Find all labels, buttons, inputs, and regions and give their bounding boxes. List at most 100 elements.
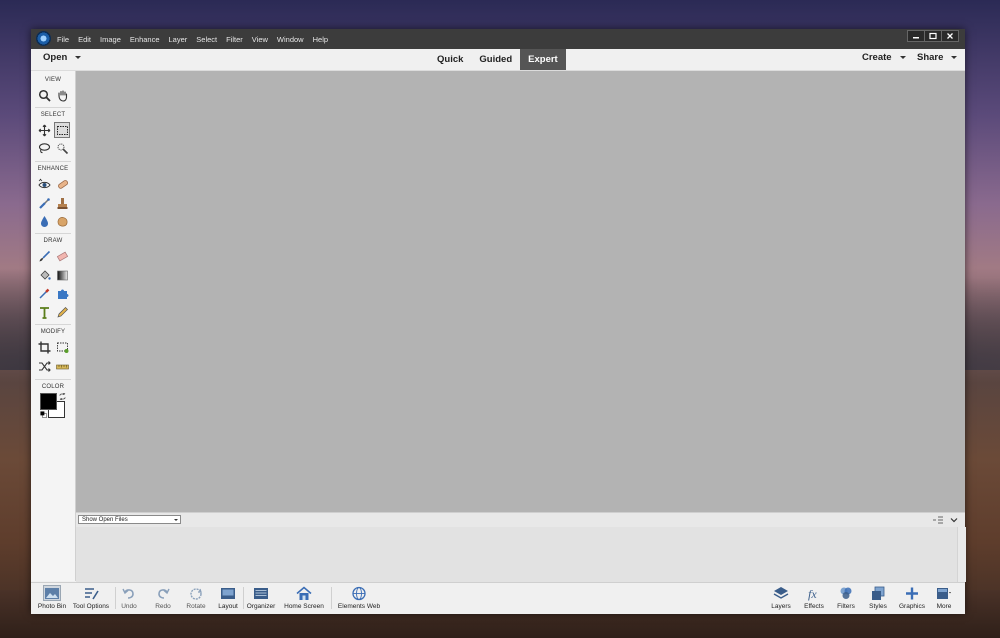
maximize-button[interactable] (924, 30, 942, 42)
tool-options-button[interactable]: Tool Options (71, 585, 111, 610)
app-logo-icon[interactable] (36, 31, 51, 46)
lasso-icon (38, 142, 50, 153)
smart-brush-tool[interactable] (36, 195, 52, 211)
bandage-icon (57, 179, 68, 189)
layout-label: Layout (218, 603, 238, 610)
paint-bucket-icon (39, 269, 51, 280)
filters-label: Filters (837, 603, 855, 610)
menu-edit[interactable]: Edit (78, 35, 91, 44)
stamp-icon (57, 197, 67, 209)
rectangular-marquee-tool[interactable] (54, 122, 70, 138)
paint-bucket-tool[interactable] (36, 267, 52, 283)
elements-web-button[interactable]: Elements Web (337, 585, 381, 610)
pencil-tool[interactable] (54, 304, 70, 320)
divider (35, 161, 71, 162)
filters-button[interactable]: Filters (835, 585, 857, 610)
type-tool[interactable] (36, 304, 52, 320)
tool-options-label: Tool Options (72, 603, 110, 610)
photo-bin-area[interactable] (76, 527, 965, 582)
swap-colors-icon[interactable] (59, 393, 66, 400)
divider (35, 379, 71, 380)
menu-image[interactable]: Image (100, 35, 121, 44)
graphics-button[interactable]: Graphics (898, 585, 926, 610)
recompose-tool[interactable] (54, 339, 70, 355)
brush-tool[interactable] (36, 248, 52, 264)
menu-window[interactable]: Window (277, 35, 304, 44)
close-button[interactable] (941, 30, 959, 42)
shuffle-icon (38, 360, 51, 372)
clone-stamp-tool[interactable] (54, 195, 70, 211)
spot-healing-brush-tool[interactable] (54, 176, 70, 192)
photo-bin-icon (45, 587, 59, 599)
crop-tool[interactable] (36, 339, 52, 355)
chevron-down-icon[interactable] (950, 516, 958, 524)
menu-help[interactable]: Help (313, 35, 328, 44)
red-eye-tool[interactable] (36, 176, 52, 192)
tab-guided[interactable]: Guided (471, 49, 520, 70)
blur-tool[interactable] (36, 213, 52, 229)
dropdown-value: Show Open Files (82, 517, 128, 523)
straighten-tool[interactable] (54, 358, 70, 374)
share-button[interactable]: Share (917, 52, 958, 63)
redo-button[interactable]: Redo (151, 585, 175, 610)
styles-label: Styles (869, 603, 887, 610)
move-tool[interactable] (36, 122, 52, 138)
eraser-tool[interactable] (54, 248, 70, 264)
bin-menu-icon[interactable] (933, 516, 943, 524)
chevron-down-icon (899, 55, 906, 59)
section-label-enhance: ENHANCE (37, 166, 69, 172)
content-aware-move-tool[interactable] (36, 358, 52, 374)
minimize-icon (913, 37, 919, 39)
minimize-button[interactable] (907, 30, 925, 42)
custom-shape-tool[interactable] (54, 285, 70, 301)
photo-bin-button[interactable]: Photo Bin (36, 585, 68, 610)
menu-select[interactable]: Select (196, 35, 217, 44)
redo-label: Redo (155, 603, 171, 610)
canvas-area[interactable] (76, 71, 965, 512)
menu-file[interactable]: File (57, 35, 69, 44)
toolbox: VIEW SELECT ENHANCE DRAW MODIFY COLOR (31, 71, 76, 581)
brush-icon (39, 250, 50, 261)
sponge-tool[interactable] (54, 213, 70, 229)
undo-button[interactable]: Undo (117, 585, 141, 610)
drop-icon (40, 215, 48, 227)
layout-button[interactable]: Layout (216, 585, 240, 610)
quick-selection-icon (57, 143, 68, 154)
chevron-down-icon (75, 55, 82, 59)
layers-button[interactable]: Layers (769, 585, 793, 610)
maximize-icon (929, 32, 937, 40)
hand-tool[interactable] (54, 87, 70, 103)
tab-quick[interactable]: Quick (429, 49, 471, 70)
show-open-files-dropdown[interactable]: Show Open Files (78, 515, 181, 524)
tab-expert[interactable]: Expert (520, 49, 566, 70)
menu-layer[interactable]: Layer (169, 35, 188, 44)
move-icon (38, 124, 50, 136)
eyedropper-tool[interactable] (36, 285, 52, 301)
quick-selection-tool[interactable] (54, 140, 70, 156)
open-label: Open (43, 52, 68, 63)
organizer-button[interactable]: Organizer (246, 585, 276, 610)
default-colors-icon[interactable] (40, 411, 47, 418)
mode-tabs: Quick Guided Expert (429, 49, 566, 70)
create-button[interactable]: Create (862, 52, 906, 63)
zoom-tool[interactable] (36, 87, 52, 103)
effects-button[interactable]: fx Effects (801, 585, 827, 611)
globe-icon (352, 586, 366, 600)
gradient-tool[interactable] (54, 267, 70, 283)
home-screen-button[interactable]: Home Screen (283, 585, 325, 610)
lasso-tool[interactable] (36, 140, 52, 156)
styles-button[interactable]: Styles (867, 585, 889, 610)
more-button[interactable]: More (932, 585, 956, 610)
tool-options-icon (85, 587, 99, 599)
rotate-button[interactable]: Rotate (183, 585, 209, 610)
title-bar: File Edit Image Enhance Layer Select Fil… (31, 29, 965, 49)
menu-enhance[interactable]: Enhance (130, 35, 160, 44)
smart-brush-icon (38, 197, 50, 209)
foreground-color-swatch[interactable] (40, 393, 57, 410)
open-button[interactable]: Open (43, 52, 82, 63)
divider (35, 233, 71, 234)
photo-bin-scrollbar[interactable] (957, 527, 966, 582)
section-label-draw: DRAW (43, 238, 63, 244)
menu-view[interactable]: View (252, 35, 268, 44)
menu-filter[interactable]: Filter (226, 35, 243, 44)
